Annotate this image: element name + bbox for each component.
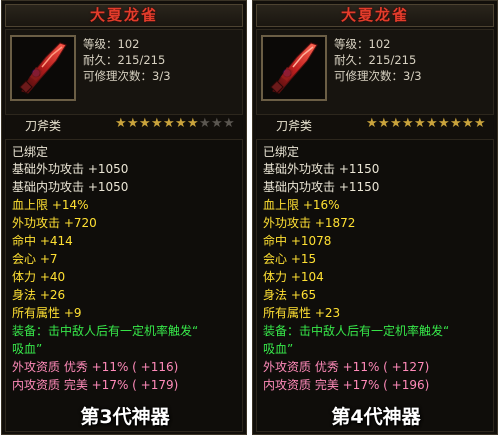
generation-label: 第4代神器 bbox=[331, 406, 421, 428]
attr-line: 身法 +26 bbox=[12, 288, 66, 302]
star-icon: ★ bbox=[199, 116, 211, 131]
equip-effect: 装备：击中敌人后有一定机率触发“ bbox=[12, 324, 199, 338]
star-icon: ★ bbox=[462, 116, 474, 131]
attr-line: 会心 +15 bbox=[263, 252, 317, 266]
item-header: 等级：102 耐久：215/215 可修理次数：3/3 bbox=[5, 29, 243, 115]
red-blade-icon bbox=[263, 37, 325, 99]
item-name: 大夏龙雀 bbox=[5, 4, 243, 27]
item-level: 等级：102 bbox=[83, 37, 140, 51]
item-category: 刀斧类 bbox=[276, 119, 313, 133]
item-icon-slot[interactable] bbox=[261, 35, 327, 101]
equip-effect-cont: 吸血” bbox=[12, 342, 43, 356]
attr-line: 命中 +1078 bbox=[263, 234, 332, 248]
item-durability: 耐久：215/215 bbox=[334, 53, 417, 67]
star-icon: ★ bbox=[175, 116, 187, 131]
star-icon: ★ bbox=[187, 116, 199, 131]
attr-line: 所有属性 +9 bbox=[12, 306, 82, 320]
item-header: 等级：102 耐久：215/215 可修理次数：3/3 bbox=[256, 29, 494, 115]
star-icon: ★ bbox=[211, 116, 223, 131]
item-stats-basic: 等级：102 耐久：215/215 可修理次数：3/3 bbox=[83, 36, 171, 84]
item-repairs: 可修理次数：3/3 bbox=[83, 69, 171, 83]
star-icon: ★ bbox=[115, 116, 127, 131]
attr-line: 基础外功攻击 +1150 bbox=[263, 162, 380, 176]
attr-line: 体力 +104 bbox=[263, 270, 324, 284]
quality-line: 外攻资质 优秀 +11% ( +116) bbox=[12, 360, 179, 374]
attr-line: 身法 +65 bbox=[263, 288, 317, 302]
quality-line: 外攻资质 优秀 +11% ( +127) bbox=[263, 360, 430, 374]
attr-line: 命中 +414 bbox=[12, 234, 73, 248]
item-icon-slot[interactable] bbox=[10, 35, 76, 101]
quality-line: 内攻资质 完美 +17% ( +179) bbox=[12, 378, 179, 392]
red-blade-icon bbox=[12, 37, 74, 99]
bound-status: 已绑定 bbox=[263, 145, 300, 159]
item-stats-basic: 等级：102 耐久：215/215 可修理次数：3/3 bbox=[334, 36, 422, 84]
star-icon: ★ bbox=[426, 116, 438, 131]
attribute-list: 已绑定 基础外功攻击 +1050 基础内功攻击 +1050 血上限 +14% 外… bbox=[5, 139, 243, 432]
attr-line: 血上限 +14% bbox=[12, 198, 89, 212]
attr-line: 基础外功攻击 +1050 bbox=[12, 162, 129, 176]
star-icon: ★ bbox=[450, 116, 462, 131]
attr-line: 会心 +7 bbox=[12, 252, 58, 266]
attr-line: 血上限 +16% bbox=[263, 198, 340, 212]
item-category: 刀斧类 bbox=[25, 119, 62, 133]
attr-line: 基础内功攻击 +1050 bbox=[12, 180, 129, 194]
quality-line: 内攻资质 完美 +17% ( +196) bbox=[263, 378, 430, 392]
star-icon: ★ bbox=[127, 116, 139, 131]
star-icon: ★ bbox=[139, 116, 151, 131]
attr-line: 基础内功攻击 +1150 bbox=[263, 180, 380, 194]
item-durability: 耐久：215/215 bbox=[83, 53, 166, 67]
attr-line: 体力 +40 bbox=[12, 270, 66, 284]
category-row: 刀斧类 ★ ★ ★ ★ ★ ★ ★ ★ ★ ★ bbox=[256, 115, 494, 137]
equip-effect-cont: 吸血” bbox=[263, 342, 294, 356]
item-tooltip-right: 大夏龙雀 等级：102 耐久：215/215 可修理次数：3/3 刀斧类 ★ ★… bbox=[252, 0, 498, 435]
category-row: 刀斧类 ★ ★ ★ ★ ★ ★ ★ ★ ★ ★ bbox=[5, 115, 243, 137]
equip-effect: 装备：击中敌人后有一定机率触发“ bbox=[263, 324, 450, 338]
star-icon: ★ bbox=[366, 116, 378, 131]
star-icon: ★ bbox=[151, 116, 163, 131]
bound-status: 已绑定 bbox=[12, 145, 49, 159]
star-icon: ★ bbox=[402, 116, 414, 131]
item-tooltip-left: 大夏龙雀 等级：102 耐久：215/215 可修理次数：3/3 刀斧类 ★ ★… bbox=[1, 0, 247, 435]
attr-line: 外功攻击 +720 bbox=[12, 216, 97, 230]
item-name: 大夏龙雀 bbox=[256, 4, 494, 27]
attr-line: 外功攻击 +1872 bbox=[263, 216, 356, 230]
star-icon: ★ bbox=[414, 116, 426, 131]
generation-label: 第3代神器 bbox=[80, 406, 170, 428]
item-repairs: 可修理次数：3/3 bbox=[334, 69, 422, 83]
star-icon: ★ bbox=[438, 116, 450, 131]
attribute-list: 已绑定 基础外功攻击 +1150 基础内功攻击 +1150 血上限 +16% 外… bbox=[256, 139, 494, 432]
star-icon: ★ bbox=[390, 116, 402, 131]
star-icon: ★ bbox=[163, 116, 175, 131]
star-icon: ★ bbox=[474, 116, 486, 131]
star-icon: ★ bbox=[378, 116, 390, 131]
attr-line: 所有属性 +23 bbox=[263, 306, 341, 320]
item-level: 等级：102 bbox=[334, 37, 391, 51]
star-icon: ★ bbox=[223, 116, 235, 131]
